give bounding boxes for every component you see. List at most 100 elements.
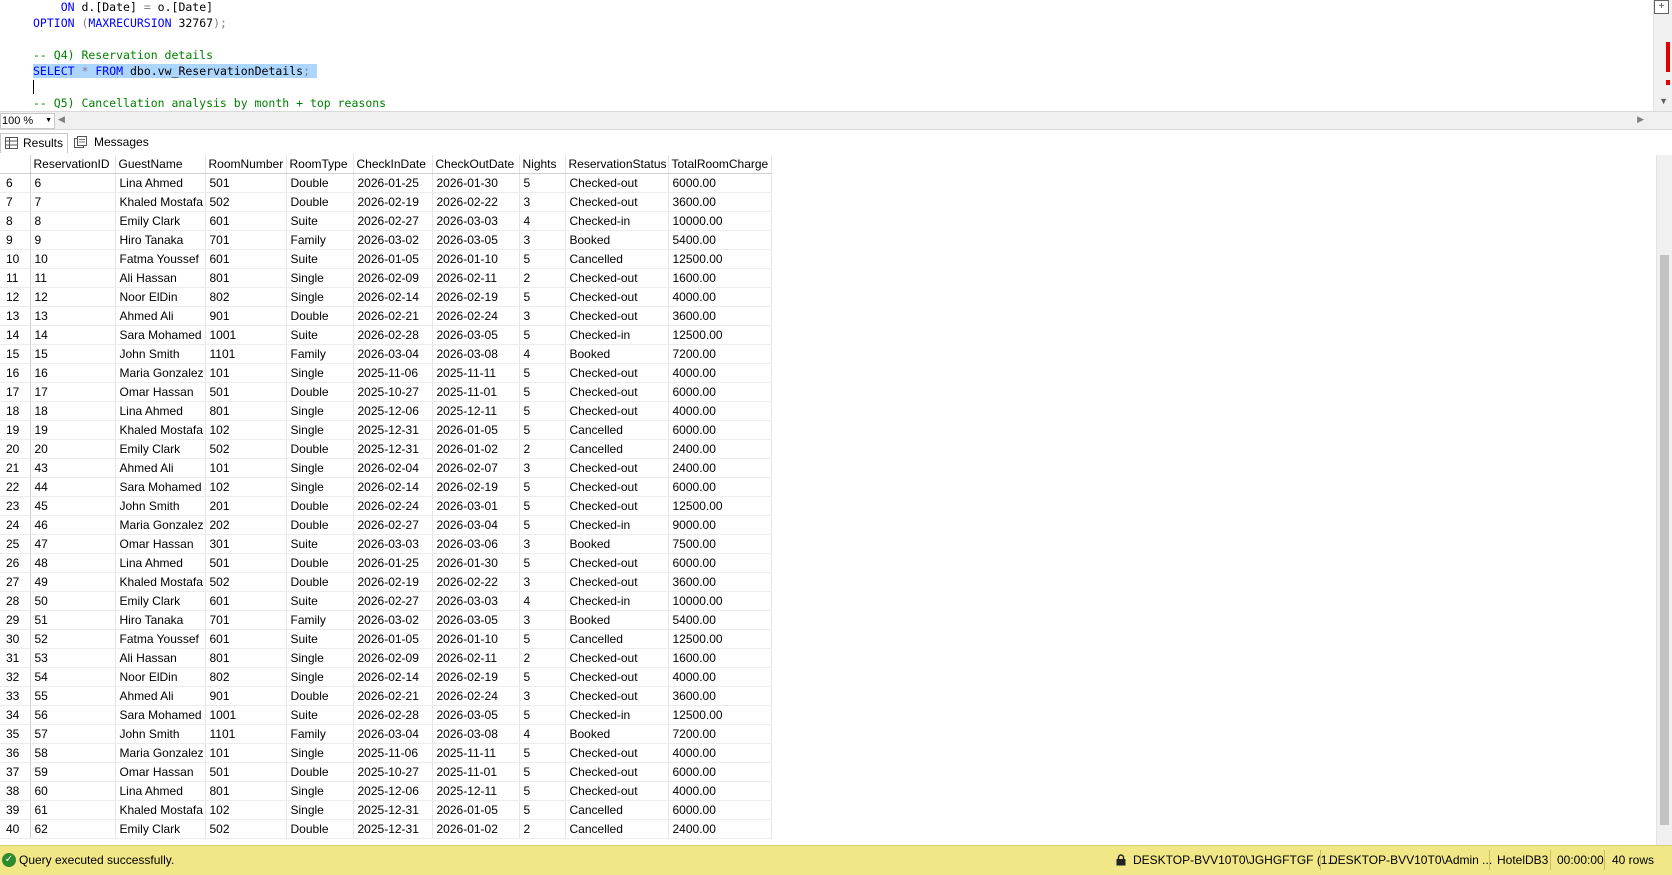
- table-cell[interactable]: 2025-11-06: [353, 363, 433, 383]
- table-cell[interactable]: 6000.00: [668, 477, 772, 497]
- table-cell[interactable]: 2026-03-04: [353, 724, 433, 744]
- table-cell[interactable]: Double: [286, 439, 354, 459]
- table-cell[interactable]: 4000.00: [668, 667, 772, 687]
- table-cell[interactable]: Single: [286, 287, 354, 307]
- table-cell[interactable]: Maria Gonzalez: [115, 515, 206, 535]
- table-cell[interactable]: 5: [519, 515, 566, 535]
- row-number[interactable]: 38: [0, 781, 31, 801]
- table-cell[interactable]: 6000.00: [668, 553, 772, 573]
- table-cell[interactable]: 3600.00: [668, 192, 772, 212]
- table-cell[interactable]: Family: [286, 724, 354, 744]
- code-line[interactable]: OPTION (MAXRECURSION 32767);: [33, 15, 227, 31]
- table-row[interactable]: 6 6 Lina Ahmed 501 Double 2026-01-25 2026-01-3…: [0, 173, 772, 193]
- table-cell[interactable]: Booked: [565, 534, 669, 554]
- table-cell[interactable]: 2026-01-05: [432, 420, 520, 440]
- column-header[interactable]: RoomType: [286, 155, 354, 174]
- query-editor[interactable]: ON d.[Date] = o.[Date] OPTION (MAXRECURSI…: [0, 0, 1672, 111]
- row-number[interactable]: 40: [0, 819, 31, 839]
- table-cell[interactable]: Single: [286, 420, 354, 440]
- table-cell[interactable]: 2026-02-14: [353, 477, 433, 497]
- table-cell[interactable]: 5: [519, 173, 566, 193]
- table-cell[interactable]: 502: [205, 819, 287, 839]
- table-cell[interactable]: 2025-11-06: [353, 743, 433, 763]
- row-number[interactable]: 29: [0, 610, 31, 630]
- table-cell[interactable]: Single: [286, 667, 354, 687]
- table-row[interactable]: 14 14 Sara Mohamed 1001 Suite 2026-02-28 2026-…: [0, 325, 772, 345]
- table-cell[interactable]: 2400.00: [668, 458, 772, 478]
- table-cell[interactable]: Single: [286, 648, 354, 668]
- table-cell[interactable]: 17: [30, 382, 116, 402]
- table-cell[interactable]: 601: [205, 591, 287, 611]
- table-cell[interactable]: Suite: [286, 629, 354, 649]
- table-cell[interactable]: 12500.00: [668, 325, 772, 345]
- table-cell[interactable]: 7200.00: [668, 724, 772, 744]
- table-cell[interactable]: Suite: [286, 211, 354, 231]
- table-cell[interactable]: Checked-out: [565, 173, 669, 193]
- table-cell[interactable]: 5: [519, 382, 566, 402]
- table-cell[interactable]: 45: [30, 496, 116, 516]
- row-number[interactable]: 15: [0, 344, 31, 364]
- table-row[interactable]: 18 18 Lina Ahmed 801 Single 2025-12-06 2025-12…: [0, 401, 772, 421]
- table-row[interactable]: 9 9 Hiro Tanaka 701 Family 2026-03-02 2026-03-…: [0, 230, 772, 250]
- table-cell[interactable]: 2025-11-11: [432, 743, 520, 763]
- table-cell[interactable]: 5: [519, 800, 566, 820]
- table-cell[interactable]: 2026-02-19: [353, 192, 433, 212]
- table-cell[interactable]: Booked: [565, 724, 669, 744]
- table-cell[interactable]: 10: [30, 249, 116, 269]
- table-cell[interactable]: 6000.00: [668, 762, 772, 782]
- table-cell[interactable]: 7: [30, 192, 116, 212]
- table-cell[interactable]: John Smith: [115, 724, 206, 744]
- table-cell[interactable]: Double: [286, 572, 354, 592]
- table-cell[interactable]: 7200.00: [668, 344, 772, 364]
- table-cell[interactable]: Single: [286, 781, 354, 801]
- table-cell[interactable]: 2025-12-11: [432, 781, 520, 801]
- row-number[interactable]: 30: [0, 629, 31, 649]
- table-cell[interactable]: 4000.00: [668, 287, 772, 307]
- table-cell[interactable]: Emily Clark: [115, 591, 206, 611]
- table-cell[interactable]: 3: [519, 458, 566, 478]
- table-row[interactable]: 10 10 Fatma Youssef 601 Suite 2026-01-05 2026-…: [0, 249, 772, 269]
- table-cell[interactable]: 3: [519, 686, 566, 706]
- table-cell[interactable]: 501: [205, 553, 287, 573]
- table-cell[interactable]: 102: [205, 420, 287, 440]
- row-number[interactable]: 33: [0, 686, 31, 706]
- table-cell[interactable]: 3600.00: [668, 306, 772, 326]
- row-number[interactable]: 28: [0, 591, 31, 611]
- table-cell[interactable]: Checked-out: [565, 306, 669, 326]
- table-cell[interactable]: Double: [286, 515, 354, 535]
- table-row[interactable]: 31 53 Ali Hassan 801 Single 2026-02-09 2026-02…: [0, 648, 772, 668]
- table-cell[interactable]: 60: [30, 781, 116, 801]
- table-cell[interactable]: Booked: [565, 230, 669, 250]
- table-cell[interactable]: Single: [286, 401, 354, 421]
- row-number[interactable]: 11: [0, 268, 31, 288]
- table-cell[interactable]: Booked: [565, 610, 669, 630]
- table-cell[interactable]: Emily Clark: [115, 211, 206, 231]
- table-cell[interactable]: 901: [205, 686, 287, 706]
- table-cell[interactable]: Sara Mohamed: [115, 477, 206, 497]
- table-cell[interactable]: 2026-02-19: [432, 667, 520, 687]
- table-cell[interactable]: 2026-02-22: [432, 572, 520, 592]
- table-cell[interactable]: Checked-out: [565, 496, 669, 516]
- column-header[interactable]: TotalRoomCharge: [668, 155, 772, 174]
- table-cell[interactable]: Cancelled: [565, 800, 669, 820]
- table-cell[interactable]: 701: [205, 610, 287, 630]
- table-cell[interactable]: 4000.00: [668, 781, 772, 801]
- table-cell[interactable]: 2025-12-31: [353, 819, 433, 839]
- table-cell[interactable]: Suite: [286, 534, 354, 554]
- table-cell[interactable]: 2025-10-27: [353, 762, 433, 782]
- table-cell[interactable]: 2026-02-22: [432, 192, 520, 212]
- table-cell[interactable]: 2400.00: [668, 819, 772, 839]
- table-cell[interactable]: John Smith: [115, 496, 206, 516]
- table-cell[interactable]: Noor ElDin: [115, 287, 206, 307]
- table-cell[interactable]: 55: [30, 686, 116, 706]
- table-cell[interactable]: Double: [286, 306, 354, 326]
- table-cell[interactable]: 3: [519, 610, 566, 630]
- table-cell[interactable]: 2026-02-09: [353, 268, 433, 288]
- table-cell[interactable]: 2026-03-05: [432, 325, 520, 345]
- table-row[interactable]: 33 55 Ahmed Ali 901 Double 2026-02-21 2026-02-…: [0, 686, 772, 706]
- table-cell[interactable]: 57: [30, 724, 116, 744]
- table-row[interactable]: 19 19 Khaled Mostafa 102 Single 2025-12-31 202…: [0, 420, 772, 440]
- table-cell[interactable]: 49: [30, 572, 116, 592]
- table-cell[interactable]: 2026-03-05: [432, 610, 520, 630]
- table-cell[interactable]: 601: [205, 629, 287, 649]
